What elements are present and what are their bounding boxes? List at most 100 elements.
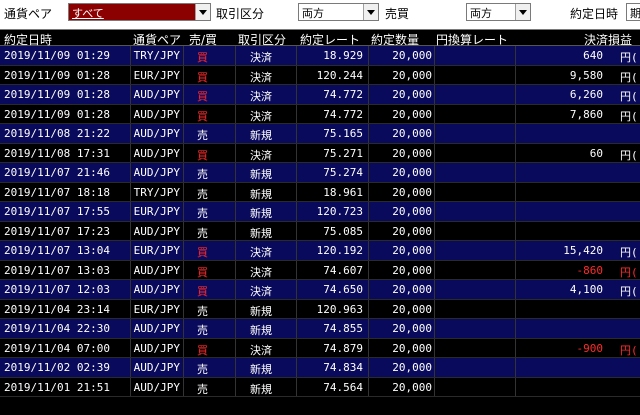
pair-filter-value: すべて xyxy=(72,7,104,20)
cell-pl-unit: 円( xyxy=(620,343,638,357)
table-row[interactable]: 2019/11/04 22:30 AUD/JPY 売 新規 74.855 20,000 xyxy=(0,319,640,339)
column-divider xyxy=(368,85,369,104)
table-row[interactable]: 2019/11/07 13:04 EUR/JPY 買 決済 120.192 20,000 1… xyxy=(0,241,640,261)
cell-rate: 18.961 xyxy=(323,185,363,199)
cell-qty: 20,000 xyxy=(392,185,432,199)
column-divider xyxy=(515,104,516,123)
cell-qty: 20,000 xyxy=(392,107,432,121)
cell-side: 売 xyxy=(197,187,208,201)
chevron-down-icon[interactable] xyxy=(515,4,530,20)
table-row[interactable]: 2019/11/04 23:14 EUR/JPY 売 新規 120.963 20,000 xyxy=(0,299,640,319)
cell-rate: 74.772 xyxy=(323,107,363,121)
cell-qty: 20,000 xyxy=(392,49,432,62)
column-divider xyxy=(434,221,435,240)
table-row[interactable]: 2019/11/07 21:46 AUD/JPY 売 新規 75.274 20,000 xyxy=(0,163,640,183)
cell-side: 売 xyxy=(197,207,208,220)
table-row[interactable]: 2019/11/09 01:28 AUD/JPY 買 決済 74.772 20,000 6,… xyxy=(0,85,640,105)
cell-pair: AUD/JPY xyxy=(133,341,180,355)
column-divider xyxy=(183,85,184,104)
column-divider xyxy=(183,299,184,318)
column-divider xyxy=(183,124,184,143)
column-divider xyxy=(515,280,516,299)
cell-rate: 74.855 xyxy=(323,322,363,335)
cell-pair: AUD/JPY xyxy=(133,166,180,179)
cell-pair: AUD/JPY xyxy=(133,127,180,140)
cell-rate: 74.772 xyxy=(323,88,363,101)
column-divider xyxy=(515,241,516,260)
cell-type: 決済 xyxy=(250,148,272,162)
cell-date: 2019/11/07 17:23 xyxy=(4,224,110,238)
cell-pair: AUD/JPY xyxy=(133,380,180,394)
column-divider xyxy=(434,143,435,162)
table-row[interactable]: 2019/11/09 01:29 TRY/JPY 買 決済 18.929 20,000 64… xyxy=(0,46,640,66)
cell-side: 買 xyxy=(197,246,208,259)
cell-side: 売 xyxy=(197,324,208,337)
table-row[interactable]: 2019/11/07 12:03 AUD/JPY 買 決済 74.650 20,000 4,… xyxy=(0,280,640,300)
table-row[interactable]: 2019/11/04 07:00 AUD/JPY 買 決済 74.879 20,000 -9… xyxy=(0,338,640,358)
cell-rate: 120.192 xyxy=(316,244,363,257)
cell-rate: 120.723 xyxy=(316,205,363,218)
cell-date: 2019/11/09 01:29 xyxy=(4,49,110,62)
column-divider xyxy=(296,65,297,84)
column-divider xyxy=(235,358,236,377)
cell-date: 2019/11/08 17:31 xyxy=(4,146,110,160)
column-divider xyxy=(515,358,516,377)
column-divider xyxy=(515,46,516,65)
pair-filter-select[interactable]: すべて xyxy=(68,3,211,21)
column-divider xyxy=(183,338,184,357)
cell-type: 新規 xyxy=(250,363,272,376)
date-filter-select[interactable]: 期 xyxy=(626,3,640,21)
cell-pl: 15,420 xyxy=(563,244,603,257)
table-row[interactable]: 2019/11/07 18:18 TRY/JPY 売 新規 18.961 20,000 xyxy=(0,182,640,202)
cell-pl-unit: 円( xyxy=(620,285,638,298)
chevron-down-icon[interactable] xyxy=(363,4,378,20)
cell-pair: EUR/JPY xyxy=(133,68,180,82)
cell-rate: 75.085 xyxy=(323,224,363,238)
cell-date: 2019/11/09 01:28 xyxy=(4,88,110,101)
cell-pl: -860 xyxy=(576,263,604,277)
cell-side: 買 xyxy=(197,285,208,298)
column-divider xyxy=(434,202,435,221)
cell-side: 買 xyxy=(197,109,208,123)
cell-pl-unit: 円( xyxy=(620,51,638,64)
column-divider xyxy=(235,319,236,338)
column-divider xyxy=(368,202,369,221)
cell-date: 2019/11/07 12:03 xyxy=(4,283,110,296)
cell-qty: 20,000 xyxy=(392,361,432,374)
column-divider xyxy=(183,182,184,201)
column-divider xyxy=(296,358,297,377)
column-divider xyxy=(235,46,236,65)
cell-pair: AUD/JPY xyxy=(133,107,180,121)
cell-side: 売 xyxy=(197,129,208,142)
table-row[interactable]: 2019/11/09 01:28 AUD/JPY 買 決済 74.772 20,000 7,… xyxy=(0,104,640,124)
column-divider xyxy=(368,143,369,162)
column-divider xyxy=(235,221,236,240)
cell-type: 新規 xyxy=(250,226,272,240)
table-row[interactable]: 2019/11/09 01:28 EUR/JPY 買 決済 120.244 20,000 9… xyxy=(0,65,640,85)
column-divider xyxy=(296,260,297,279)
table-row[interactable]: 2019/11/01 21:51 AUD/JPY 売 新規 74.564 20,000 xyxy=(0,377,640,397)
date-filter-label: 約定日時 xyxy=(570,7,619,21)
column-divider xyxy=(434,124,435,143)
column-divider xyxy=(183,65,184,84)
column-divider xyxy=(515,163,516,182)
column-divider xyxy=(183,104,184,123)
cell-qty: 20,000 xyxy=(392,283,432,296)
table-row[interactable]: 2019/11/07 17:23 AUD/JPY 売 新規 75.085 20,000 xyxy=(0,221,640,241)
chevron-down-icon[interactable] xyxy=(195,4,210,20)
table-row[interactable]: 2019/11/08 17:31 AUD/JPY 買 決済 75.271 20,000 60… xyxy=(0,143,640,163)
table-row[interactable]: 2019/11/07 17:55 EUR/JPY 売 新規 120.723 20,000 xyxy=(0,202,640,222)
column-divider xyxy=(515,65,516,84)
type-filter-select[interactable]: 両方 xyxy=(298,3,379,21)
side-filter-select[interactable]: 両方 xyxy=(466,3,531,21)
column-divider xyxy=(515,377,516,396)
cell-type: 決済 xyxy=(250,70,272,84)
cell-pair: AUD/JPY xyxy=(133,322,180,335)
cell-pair: AUD/JPY xyxy=(133,88,180,101)
cell-side: 買 xyxy=(197,70,208,84)
table-row[interactable]: 2019/11/07 13:03 AUD/JPY 買 決済 74.607 20,000 -8… xyxy=(0,260,640,280)
table-row[interactable]: 2019/11/08 21:22 AUD/JPY 売 新規 75.165 20,000 xyxy=(0,124,640,144)
table-row[interactable]: 2019/11/02 02:39 AUD/JPY 売 新規 74.834 20,000 xyxy=(0,358,640,378)
cell-pair: TRY/JPY xyxy=(133,49,180,62)
cell-qty: 20,000 xyxy=(392,166,432,179)
